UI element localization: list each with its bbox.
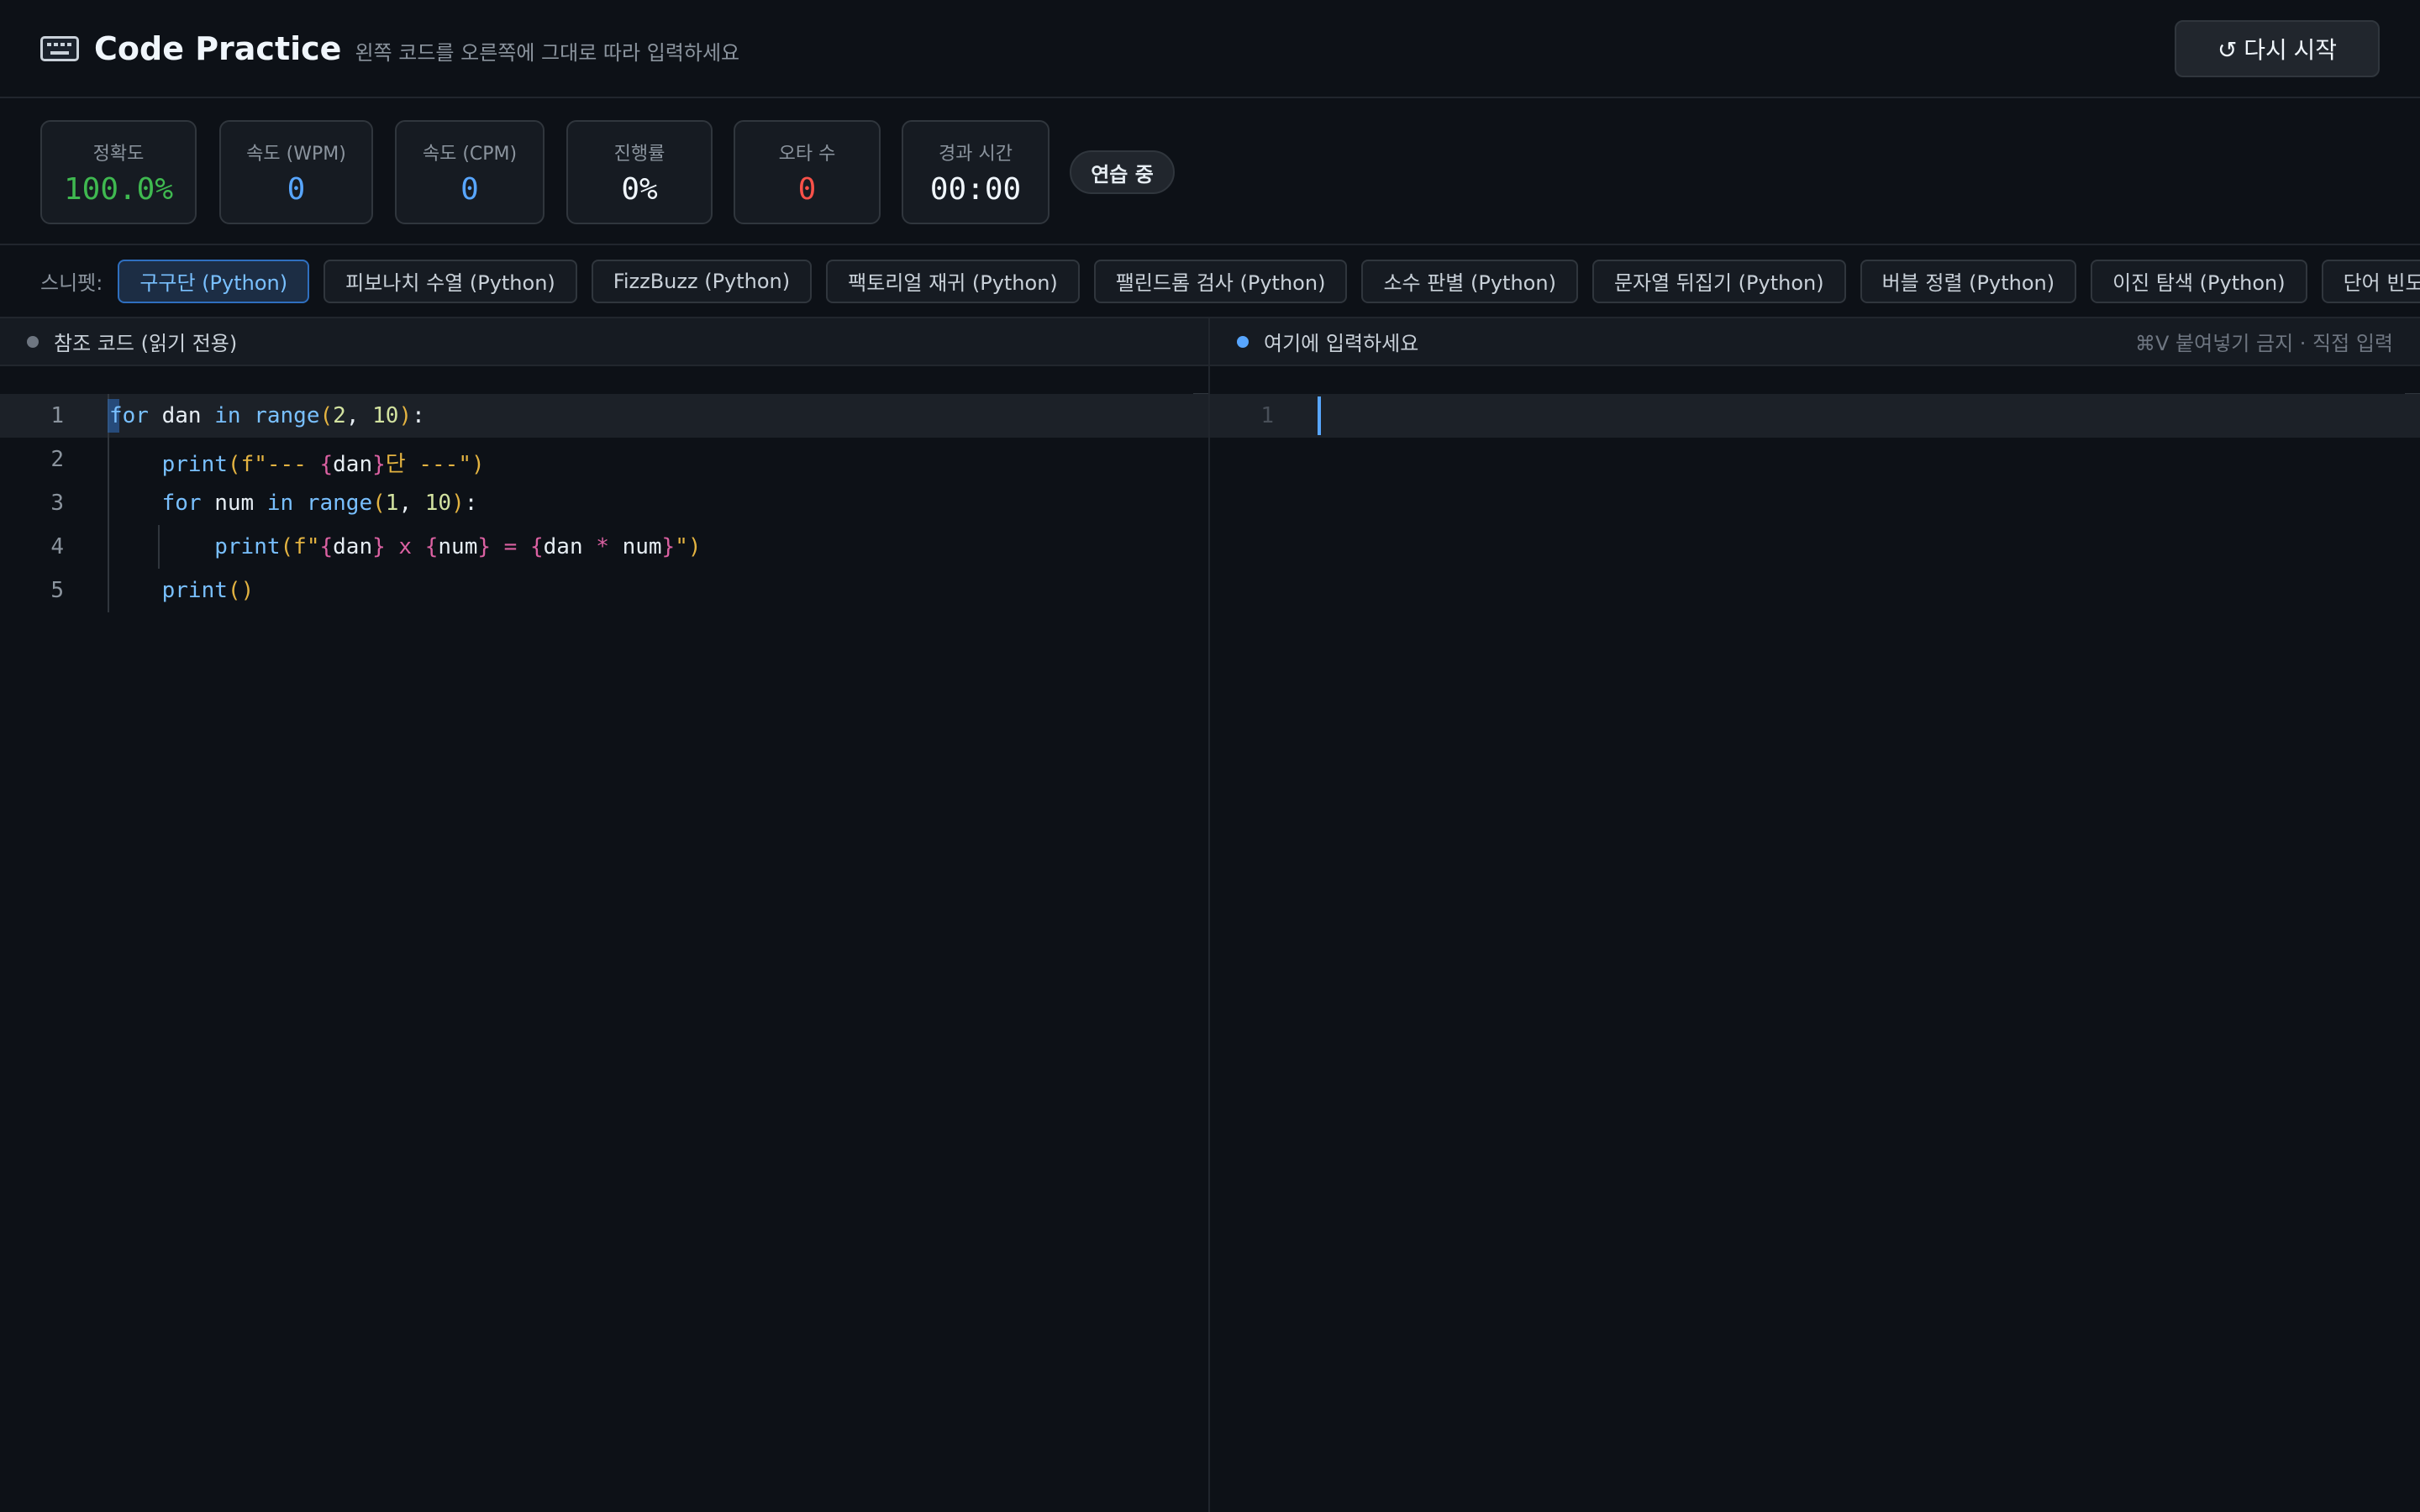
snippet-chip-palindrome[interactable]: 팰린드롬 검사 (Python) bbox=[1093, 259, 1348, 303]
reference-panel-title: 참조 코드 (읽기 전용) bbox=[54, 332, 238, 355]
snippet-chip-prime[interactable]: 소수 판별 (Python) bbox=[1361, 259, 1578, 303]
stat-progress-value: 0% bbox=[621, 171, 658, 207]
stats-bar: 정확도 100.0% 속도 (WPM) 0 속도 (CPM) 0 진행률 0% … bbox=[0, 98, 2420, 245]
input-line-1[interactable]: 1 bbox=[1210, 394, 2420, 438]
line-number: 1 bbox=[1260, 403, 1274, 428]
line-number: 3 bbox=[50, 491, 64, 516]
stat-errors-value: 0 bbox=[797, 171, 817, 207]
stat-elapsed: 경과 시간 00:00 bbox=[902, 120, 1050, 224]
stat-errors: 오타 수 0 bbox=[734, 120, 881, 224]
line-number: 1 bbox=[50, 403, 64, 428]
stat-cpm: 속도 (CPM) 0 bbox=[395, 120, 544, 224]
snippet-chip-fizzbuzz[interactable]: FizzBuzz (Python) bbox=[591, 259, 813, 303]
stat-accuracy: 정확도 100.0% bbox=[40, 120, 197, 224]
stat-errors-label: 오타 수 bbox=[778, 143, 836, 165]
snippet-label: 스니펫: bbox=[40, 271, 103, 295]
snippet-chip-gugudan[interactable]: 구구단 (Python) bbox=[118, 259, 310, 303]
code-text-line-1: for dan in range(2, 10): bbox=[109, 403, 425, 428]
code-text-line-3: for num in range(1, 10): bbox=[161, 491, 478, 516]
input-status-dot bbox=[1237, 335, 1249, 348]
stat-cpm-label: 속도 (CPM) bbox=[422, 143, 518, 165]
reference-panel-header: 참조 코드 (읽기 전용) bbox=[0, 317, 1208, 366]
snippet-chip-fibonacci[interactable]: 피보나치 수열 (Python) bbox=[324, 259, 577, 303]
stat-progress: 진행률 0% bbox=[566, 120, 713, 224]
app: Code Practice 왼쪽 코드를 오른쪽에 그대로 따라 입력하세요 ↺… bbox=[0, 0, 2420, 1512]
stat-wpm: 속도 (WPM) 0 bbox=[219, 120, 373, 224]
app-title: Code Practice bbox=[94, 29, 342, 67]
reference-editor: 1 2 3 4 5 for dan in range(2, 10): print… bbox=[0, 366, 1208, 1512]
text-caret bbox=[1318, 396, 1321, 435]
typing-input-editor[interactable]: 1 bbox=[1210, 366, 2420, 1512]
stat-accuracy-value: 100.0% bbox=[63, 171, 174, 207]
snippet-chip-reverse-string[interactable]: 문자열 뒤집기 (Python) bbox=[1591, 259, 1846, 303]
snippet-chip-binary-search[interactable]: 이진 탐색 (Python) bbox=[2091, 259, 2307, 303]
line-number: 4 bbox=[50, 534, 64, 559]
code-text-line-4: print(f"{dan} x {num} = {dan * num}") bbox=[214, 534, 702, 559]
snippet-chip-bubble-sort[interactable]: 버블 정렬 (Python) bbox=[1860, 259, 2077, 303]
code-text-line-2: print(f"--- {dan}단 ---") bbox=[161, 452, 485, 477]
stat-elapsed-value: 00:00 bbox=[929, 171, 1022, 207]
stat-elapsed-label: 경과 시간 bbox=[939, 143, 1013, 165]
snippet-chip-word-count[interactable]: 단어 빈도 카운트 bbox=[2321, 259, 2420, 303]
stat-accuracy-label: 정확도 bbox=[92, 143, 145, 165]
snippet-selector: 스니펫: 구구단 (Python) 피보나치 수열 (Python) FizzB… bbox=[0, 245, 2420, 317]
paste-disabled-hint: ⌘V 붙여넣기 금지 · 직접 입력 bbox=[2135, 332, 2393, 355]
code-text-line-5: print() bbox=[161, 578, 255, 603]
reference-status-dot bbox=[27, 335, 39, 348]
restart-button[interactable]: ↺ 다시 시작 bbox=[2175, 20, 2380, 77]
stat-cpm-value: 0 bbox=[460, 171, 479, 207]
header: Code Practice 왼쪽 코드를 오른쪽에 그대로 따라 입력하세요 ↺… bbox=[0, 0, 2420, 98]
app-subtitle: 왼쪽 코드를 오른쪽에 그대로 따라 입력하세요 bbox=[355, 41, 740, 65]
line-number: 2 bbox=[50, 447, 64, 472]
status-badge: 연습 중 bbox=[1070, 150, 1175, 194]
snippet-chip-factorial[interactable]: 팩토리얼 재귀 (Python) bbox=[826, 259, 1080, 303]
input-panel-header: 여기에 입력하세요 ⌘V 붙여넣기 금지 · 직접 입력 bbox=[1210, 317, 2420, 366]
input-panel-title: 여기에 입력하세요 bbox=[1264, 332, 1419, 355]
stat-wpm-value: 0 bbox=[287, 171, 306, 207]
line-number: 5 bbox=[50, 578, 64, 603]
keyboard-icon bbox=[40, 35, 79, 61]
stat-progress-label: 진행률 bbox=[613, 143, 666, 165]
stat-wpm-label: 속도 (WPM) bbox=[246, 143, 346, 165]
